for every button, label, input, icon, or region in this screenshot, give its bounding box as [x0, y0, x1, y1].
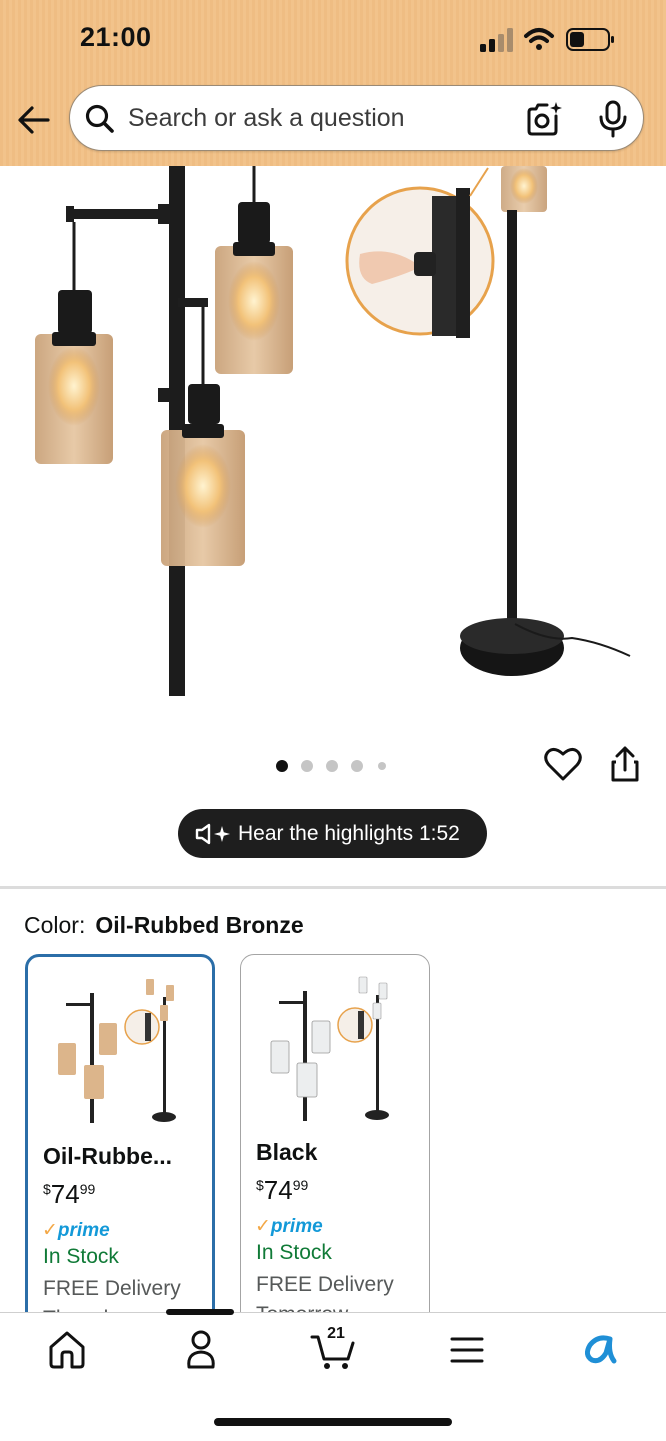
gallery-dot-4[interactable] — [351, 760, 363, 772]
home-icon[interactable] — [42, 1327, 92, 1371]
home-indicator — [214, 1418, 452, 1426]
search-input[interactable] — [128, 98, 508, 138]
delivery-text: FREE Delivery — [43, 1277, 181, 1300]
gallery-dot-5[interactable] — [378, 762, 386, 770]
rufus-assistant-icon[interactable] — [574, 1327, 624, 1371]
prime-check-icon: ✓ — [42, 1220, 58, 1241]
delivery-text: FREE Delivery — [256, 1273, 394, 1296]
prime-badge: ✓prime — [42, 1220, 110, 1241]
active-tab-indicator — [166, 1309, 234, 1315]
wifi-icon — [524, 28, 554, 50]
app-header: 21:00 — [0, 0, 666, 166]
hear-highlights-label: Hear the highlights 1:52 — [238, 821, 460, 845]
menu-icon[interactable] — [442, 1327, 492, 1371]
stock-status: In Stock — [256, 1241, 332, 1264]
prime-check-icon: ✓ — [255, 1216, 271, 1237]
gallery-dot-3[interactable] — [326, 760, 338, 772]
cart-count-badge: 21 — [327, 1325, 345, 1342]
battery-icon — [566, 28, 614, 51]
search-bar[interactable] — [69, 85, 644, 151]
search-icon — [85, 104, 114, 133]
option-name: Black — [256, 1139, 318, 1165]
camera-lens-icon[interactable] — [525, 100, 563, 138]
color-option-oil-rubbed-bronze[interactable]: Oil-Rubbe... $7499 ✓prime In Stock FREE … — [25, 954, 215, 1354]
gallery-pagination[interactable] — [276, 758, 396, 774]
option-name: Oil-Rubbe... — [43, 1143, 173, 1169]
heart-icon[interactable] — [544, 746, 582, 782]
product-image-gallery[interactable] — [0, 166, 666, 726]
swatch-thumbnail — [58, 979, 176, 1123]
selected-color-name: Oil-Rubbed Bronze — [95, 912, 304, 938]
color-selector-heading: Color: Oil-Rubbed Bronze — [24, 912, 304, 939]
cart-button[interactable]: 21 — [308, 1325, 358, 1371]
status-time: 21:00 — [80, 22, 152, 52]
account-icon[interactable] — [176, 1327, 226, 1371]
section-divider — [0, 886, 666, 889]
signal-icon — [480, 28, 513, 52]
speaker-sparkle-icon — [195, 823, 230, 844]
microphone-icon[interactable] — [596, 99, 630, 139]
color-option-black[interactable]: Black $7499 ✓prime In Stock FREE Deliver… — [240, 954, 430, 1354]
hear-highlights-button[interactable]: Hear the highlights 1:52 — [178, 809, 487, 858]
prime-badge: ✓prime — [255, 1216, 323, 1237]
status-icons — [480, 28, 614, 52]
color-label: Color: — [24, 912, 86, 938]
product-image — [35, 166, 631, 696]
stock-status: In Stock — [43, 1245, 119, 1268]
option-price: $7499 — [256, 1175, 309, 1205]
bottom-navigation: 21 — [0, 1309, 666, 1441]
share-icon[interactable] — [608, 744, 642, 784]
swatch-thumbnail — [270, 976, 389, 1121]
gallery-dot-1[interactable] — [276, 760, 288, 772]
back-arrow-icon[interactable] — [14, 100, 56, 140]
option-price: $7499 — [43, 1179, 96, 1209]
gallery-dot-2[interactable] — [301, 760, 313, 772]
